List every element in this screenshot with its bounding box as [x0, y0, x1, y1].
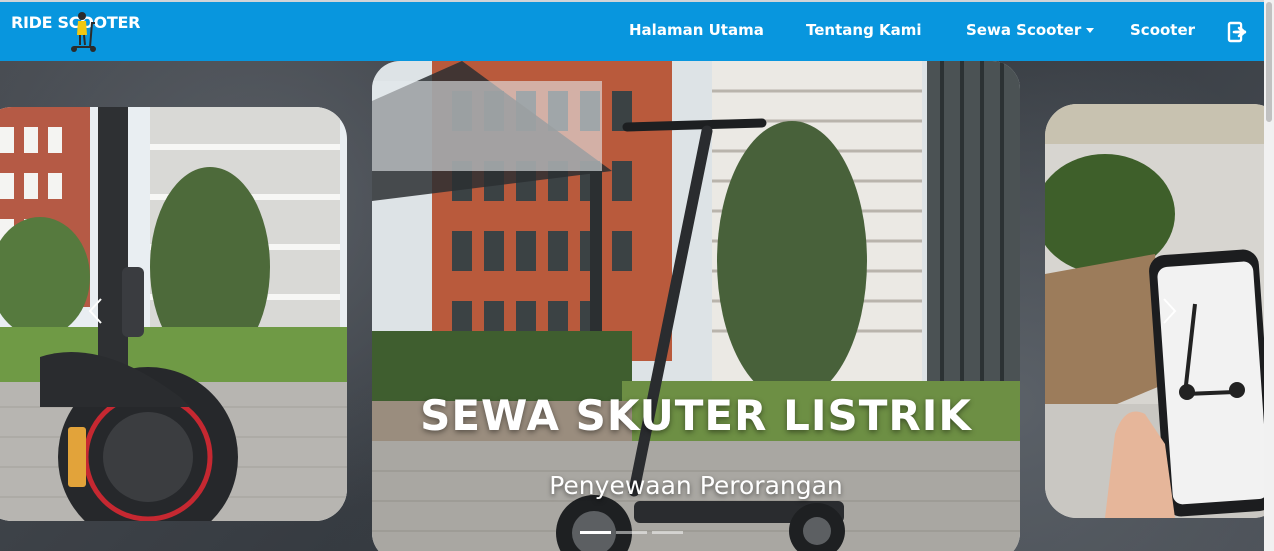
scooter-app-phone-image	[1045, 104, 1264, 518]
nav-item-sewa-scooter-label: Sewa Scooter	[966, 21, 1082, 39]
scrollbar-thumb[interactable]	[1266, 2, 1272, 122]
carousel-slide-prev[interactable]	[0, 107, 347, 521]
scooter-rider-logo-icon[interactable]	[68, 11, 98, 53]
nav-item-scooter[interactable]: Scooter	[1130, 21, 1195, 39]
page-scrollbar[interactable]	[1264, 0, 1274, 551]
navbar: RIDE SCOOTER Halaman Utama Tentang Kami …	[0, 0, 1264, 61]
carousel-slide-next[interactable]	[1045, 104, 1264, 518]
chevron-down-icon	[1086, 28, 1095, 33]
hero-carousel: SEWA SKUTER LISTRIK Penyewaan Perorangan	[0, 61, 1264, 551]
hero-title: SEWA SKUTER LISTRIK	[420, 391, 972, 440]
nav-item-tentang-kami[interactable]: Tentang Kami	[806, 21, 922, 39]
nav-item-halaman-utama[interactable]: Halaman Utama	[629, 21, 764, 39]
hero-subtitle: Penyewaan Perorangan	[549, 471, 843, 500]
carousel-next-arrow-icon[interactable]	[1159, 296, 1179, 326]
scooter-wheel-image	[0, 107, 347, 521]
carousel-indicator-3[interactable]	[652, 531, 683, 534]
nav-item-sewa-scooter[interactable]: Sewa Scooter	[966, 21, 1095, 39]
carousel-prev-arrow-icon[interactable]	[86, 296, 106, 326]
carousel-indicator-2[interactable]	[616, 531, 647, 534]
logout-icon[interactable]	[1227, 21, 1249, 43]
carousel-indicator-1[interactable]	[580, 531, 611, 534]
